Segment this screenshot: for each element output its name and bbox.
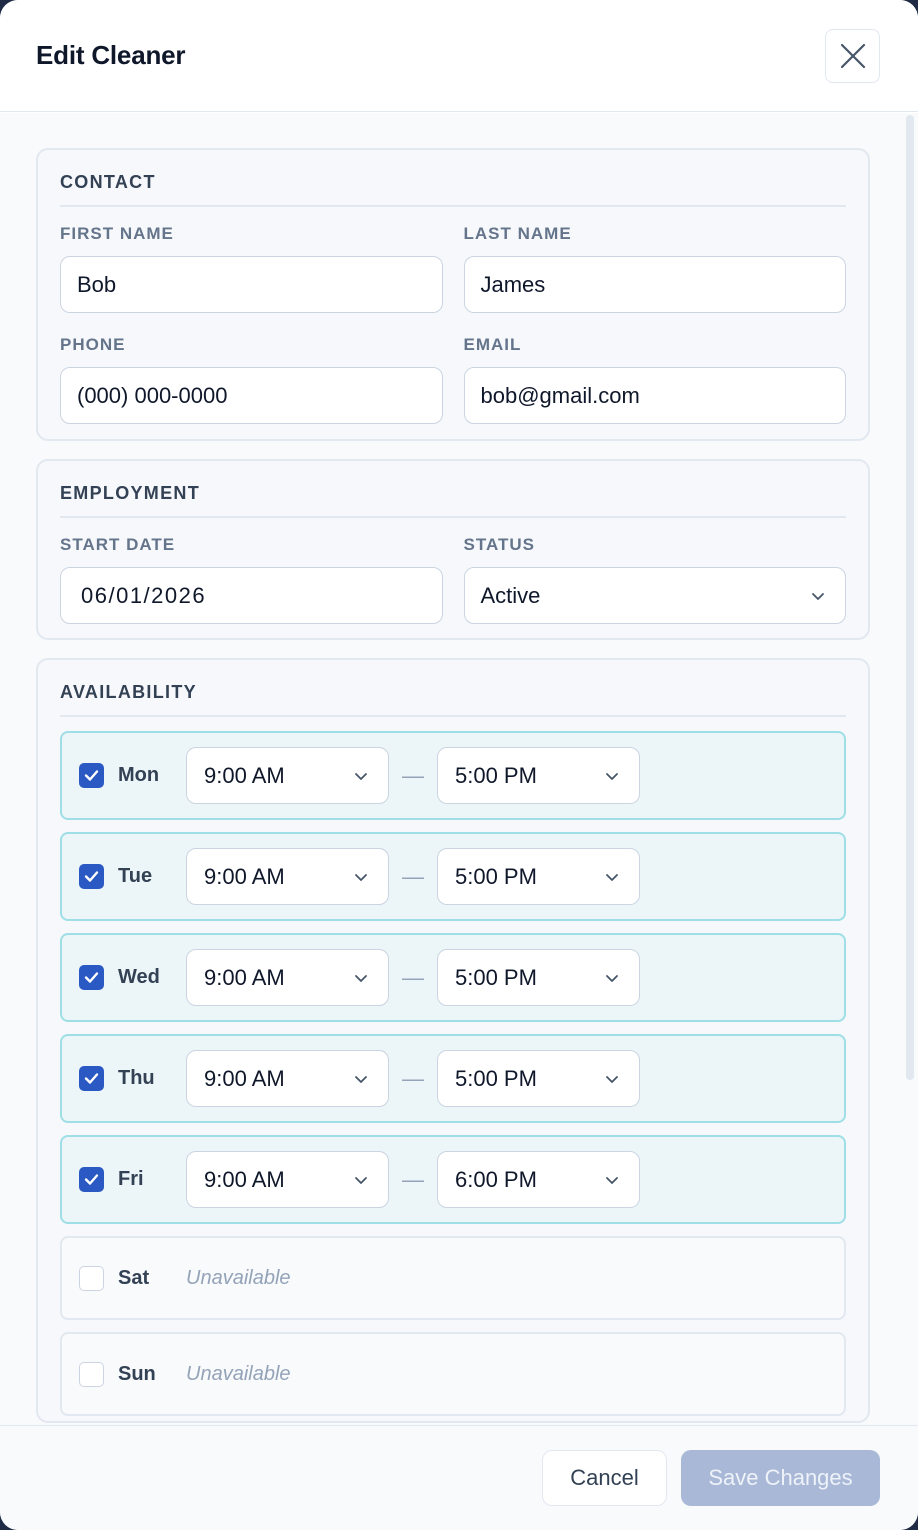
start-time-select-mon[interactable]: 9:00 AM xyxy=(186,747,389,804)
start-time-value: 9:00 AM xyxy=(204,762,285,788)
modal-footer: Cancel Save Changes xyxy=(0,1425,918,1530)
close-button[interactable] xyxy=(825,28,880,83)
day-row-fri: Fri 9:00 AM — 6:00 PM xyxy=(60,1135,846,1224)
chevron-down-icon xyxy=(606,974,618,982)
end-time-select-fri[interactable]: 6:00 PM xyxy=(437,1151,640,1208)
day-row-sat: Sat Unavailable xyxy=(60,1236,846,1320)
first-name-label: FIRST NAME xyxy=(60,224,174,243)
day-checkbox-tue[interactable] xyxy=(79,864,104,889)
modal-body[interactable]: CONTACT FIRST NAME Bob LAST NAME James P… xyxy=(0,113,918,1425)
time-separator: — xyxy=(402,762,424,788)
email-label: EMAIL xyxy=(463,335,522,354)
end-time-select-mon[interactable]: 5:00 PM xyxy=(437,747,640,804)
day-checkbox-sun[interactable] xyxy=(79,1361,104,1387)
end-time-value: 5:00 PM xyxy=(455,863,537,889)
start-date-label: START DATE xyxy=(60,535,176,554)
employment-section-title: EMPLOYMENT xyxy=(60,461,846,518)
unavailable-text: Unavailable xyxy=(186,1362,291,1385)
check-icon xyxy=(84,1174,99,1185)
chevron-down-icon xyxy=(606,873,618,881)
time-separator: — xyxy=(402,863,424,889)
chevron-down-icon xyxy=(355,772,367,780)
chevron-down-icon xyxy=(355,873,367,881)
modal-header: Edit Cleaner xyxy=(0,0,918,112)
end-time-select-thu[interactable]: 5:00 PM xyxy=(437,1050,640,1107)
time-separator: — xyxy=(402,1065,424,1091)
day-row-thu: Thu 9:00 AM — 5:00 PM xyxy=(60,1034,846,1123)
status-select[interactable]: Active xyxy=(463,567,846,624)
day-checkbox-wed[interactable] xyxy=(79,965,104,990)
start-date-input[interactable]: 06/01/2026 xyxy=(60,567,443,624)
day-checkbox-thu[interactable] xyxy=(79,1066,104,1091)
time-separator: — xyxy=(402,964,424,990)
availability-section-title: AVAILABILITY xyxy=(60,660,846,717)
last-name-input[interactable]: James xyxy=(463,256,846,313)
save-changes-button[interactable]: Save Changes xyxy=(681,1450,880,1506)
contact-section-title: CONTACT xyxy=(60,150,846,207)
end-time-value: 5:00 PM xyxy=(455,762,537,788)
status-label: STATUS xyxy=(463,535,535,554)
edit-cleaner-modal: Edit Cleaner CONTACT FIRST NAME Bob LAST… xyxy=(0,0,918,1530)
day-row-sun: Sun Unavailable xyxy=(60,1332,846,1416)
start-time-value: 9:00 AM xyxy=(204,1166,285,1192)
start-time-value: 9:00 AM xyxy=(204,863,285,889)
modal-title: Edit Cleaner xyxy=(36,40,186,70)
chevron-down-icon xyxy=(355,1176,367,1184)
chevron-down-icon xyxy=(355,974,367,982)
chevron-down-icon xyxy=(812,592,824,600)
close-icon xyxy=(840,43,865,68)
chevron-down-icon xyxy=(606,772,618,780)
check-icon xyxy=(84,770,99,781)
availability-section: AVAILABILITY Mon 9:00 AM — 5:00 PM Tue 9… xyxy=(36,658,870,1423)
check-icon xyxy=(84,871,99,882)
cancel-button[interactable]: Cancel xyxy=(542,1450,667,1506)
time-separator: — xyxy=(402,1166,424,1192)
day-label-sat: Sat xyxy=(118,1266,150,1289)
employment-section: EMPLOYMENT START DATE 06/01/2026 STATUS … xyxy=(36,459,870,640)
start-time-value: 9:00 AM xyxy=(204,964,285,990)
day-row-mon: Mon 9:00 AM — 5:00 PM xyxy=(60,731,846,820)
day-label-tue: Tue xyxy=(118,865,153,887)
day-checkbox-sat[interactable] xyxy=(79,1265,104,1291)
first-name-input[interactable]: Bob xyxy=(60,256,443,313)
chevron-down-icon xyxy=(606,1176,618,1184)
end-time-value: 5:00 PM xyxy=(455,964,537,990)
start-time-select-fri[interactable]: 9:00 AM xyxy=(186,1151,389,1208)
status-select-value: Active xyxy=(480,582,541,608)
end-time-value: 6:00 PM xyxy=(455,1166,537,1192)
contact-section: CONTACT FIRST NAME Bob LAST NAME James P… xyxy=(36,148,870,441)
start-time-select-tue[interactable]: 9:00 AM xyxy=(186,848,389,905)
end-time-select-wed[interactable]: 5:00 PM xyxy=(437,949,640,1006)
email-input[interactable]: bob@gmail.com xyxy=(463,367,846,424)
phone-label: PHONE xyxy=(60,335,126,354)
day-row-tue: Tue 9:00 AM — 5:00 PM xyxy=(60,832,846,921)
day-label-sun: Sun xyxy=(118,1362,156,1385)
check-icon xyxy=(84,972,99,983)
end-time-value: 5:00 PM xyxy=(455,1065,537,1091)
day-row-wed: Wed 9:00 AM — 5:00 PM xyxy=(60,933,846,1022)
day-label-mon: Mon xyxy=(118,764,160,786)
availability-day-list: Mon 9:00 AM — 5:00 PM Tue 9:00 AM — 5:00… xyxy=(60,717,846,1416)
chevron-down-icon xyxy=(606,1075,618,1083)
chevron-down-icon xyxy=(355,1075,367,1083)
day-label-wed: Wed xyxy=(118,966,160,988)
day-checkbox-fri[interactable] xyxy=(79,1167,104,1192)
last-name-label: LAST NAME xyxy=(463,224,572,243)
day-checkbox-mon[interactable] xyxy=(79,763,104,788)
phone-input[interactable]: (000) 000-0000 xyxy=(60,367,443,424)
day-label-thu: Thu xyxy=(118,1067,155,1089)
start-time-select-thu[interactable]: 9:00 AM xyxy=(186,1050,389,1107)
end-time-select-tue[interactable]: 5:00 PM xyxy=(437,848,640,905)
check-icon xyxy=(84,1073,99,1084)
start-time-select-wed[interactable]: 9:00 AM xyxy=(186,949,389,1006)
unavailable-text: Unavailable xyxy=(186,1266,291,1289)
scrollbar[interactable] xyxy=(906,115,914,1080)
start-time-value: 9:00 AM xyxy=(204,1065,285,1091)
day-label-fri: Fri xyxy=(118,1168,144,1190)
